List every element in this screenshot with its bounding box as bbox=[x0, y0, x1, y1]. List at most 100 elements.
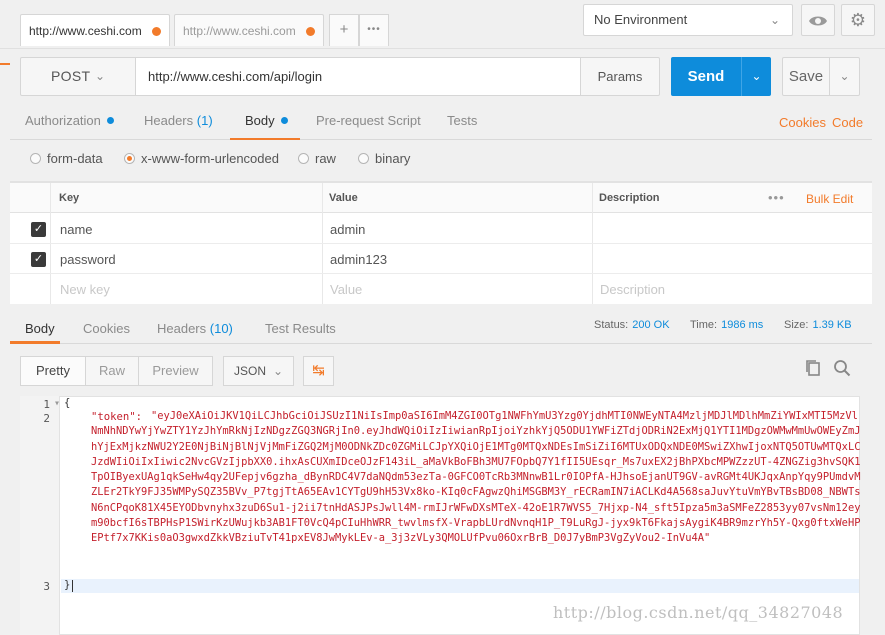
format-selector[interactable]: JSON ⌄ bbox=[223, 356, 294, 386]
url-text: http://www.ceshi.com/api/login bbox=[148, 69, 323, 84]
tab-tests[interactable]: Tests bbox=[447, 113, 477, 128]
tab-label: Pre-request Script bbox=[316, 113, 421, 128]
status-label: Status: bbox=[594, 319, 629, 331]
table-row bbox=[10, 244, 872, 274]
column-description: Description bbox=[599, 192, 660, 204]
radio-label: x-www-form-urlencoded bbox=[141, 151, 279, 166]
save-options-button[interactable]: ⌄ bbox=[830, 57, 860, 96]
code-token-value: "eyJ0eXAiOiJKV1QiLCJhbGciOiJSUzI1NiIsImp… bbox=[91, 410, 861, 545]
time-value: 1986 ms bbox=[721, 319, 764, 331]
environment-quick-look-button[interactable] bbox=[801, 4, 835, 36]
request-tab-label: http://www.ceshi.com bbox=[29, 24, 142, 38]
radio-urlencoded[interactable]: x-www-form-urlencoded bbox=[124, 151, 279, 166]
line-number: 1 bbox=[20, 398, 60, 411]
kv-value[interactable]: admin123 bbox=[330, 252, 387, 267]
active-line-highlight bbox=[61, 579, 859, 593]
row-enabled-checkbox[interactable]: ✓ bbox=[31, 222, 46, 237]
copy-icon bbox=[806, 360, 820, 376]
ellipsis-icon: ••• bbox=[367, 24, 381, 35]
view-raw-button[interactable]: Raw bbox=[85, 356, 139, 386]
indicator-dot-icon bbox=[106, 117, 114, 124]
request-tabs bbox=[10, 104, 872, 140]
chevron-down-icon: ⌄ bbox=[272, 364, 283, 378]
headers-count: (10) bbox=[209, 321, 233, 336]
row-enabled-checkbox[interactable]: ✓ bbox=[31, 252, 46, 267]
params-label: Params bbox=[597, 69, 643, 84]
environment-selector[interactable]: No Environment ⌄ bbox=[583, 4, 793, 36]
kv-key[interactable]: password bbox=[60, 252, 116, 267]
tab-label: Authorization bbox=[25, 113, 101, 128]
params-button[interactable]: Params bbox=[580, 57, 660, 96]
response-time: Time: 1986 ms bbox=[690, 319, 763, 331]
method-selector[interactable]: POST ⌄ bbox=[20, 57, 136, 96]
tab-authorization[interactable]: Authorization bbox=[25, 113, 114, 128]
checkmark-icon: ✓ bbox=[33, 223, 44, 235]
size-value: 1.39 KB bbox=[812, 319, 852, 331]
tab-body[interactable]: Body bbox=[245, 113, 288, 128]
wrap-lines-button[interactable]: ↹ bbox=[303, 356, 334, 386]
tab-prerequest-script[interactable]: Pre-request Script bbox=[316, 113, 421, 128]
kv-key[interactable]: name bbox=[60, 222, 93, 237]
cookies-link[interactable]: Cookies bbox=[779, 115, 826, 130]
new-key-input[interactable]: New key bbox=[60, 282, 110, 297]
format-label: JSON bbox=[234, 364, 267, 378]
indicator-dot-icon bbox=[280, 117, 288, 124]
radio-label: binary bbox=[375, 151, 411, 166]
kv-table-header bbox=[10, 183, 872, 213]
search-button[interactable] bbox=[830, 359, 854, 383]
response-tab-headers[interactable]: Headers (10) bbox=[157, 321, 233, 336]
search-icon bbox=[834, 360, 851, 377]
response-tab-cookies[interactable]: Cookies bbox=[83, 321, 130, 336]
column-options-button[interactable]: ••• bbox=[768, 190, 785, 205]
table-row bbox=[10, 214, 872, 244]
unsaved-dot-icon bbox=[152, 27, 161, 36]
environment-label: No Environment bbox=[594, 12, 688, 27]
response-tab-body[interactable]: Body bbox=[25, 321, 55, 336]
manage-environments-button[interactable]: ⚙ bbox=[841, 4, 875, 36]
kv-value[interactable]: admin bbox=[330, 222, 365, 237]
request-tab-2[interactable]: http://www.ceshi.com bbox=[174, 14, 324, 46]
checkmark-icon: ✓ bbox=[33, 253, 44, 265]
method-label: POST bbox=[51, 68, 91, 84]
eye-icon bbox=[809, 16, 827, 26]
line-number: 2 bbox=[43, 412, 50, 425]
view-pretty-button[interactable]: Pretty bbox=[20, 356, 86, 386]
new-value-input[interactable]: Value bbox=[330, 282, 362, 297]
text-cursor bbox=[72, 580, 73, 592]
add-tab-button[interactable]: + bbox=[329, 14, 359, 46]
code-link[interactable]: Code bbox=[832, 115, 863, 130]
send-label: Send bbox=[687, 68, 725, 85]
view-preview-button[interactable]: Preview bbox=[138, 356, 213, 386]
status-value: 200 OK bbox=[632, 319, 670, 331]
radio-icon bbox=[358, 153, 369, 164]
request-tab-label: http://www.ceshi.com bbox=[183, 24, 296, 38]
radio-label: raw bbox=[315, 151, 336, 166]
radio-icon bbox=[298, 153, 309, 164]
bulk-edit-link[interactable]: Bulk Edit bbox=[806, 192, 853, 206]
save-button[interactable]: Save bbox=[782, 57, 830, 96]
code-close-brace: } bbox=[64, 579, 71, 591]
watermark: http://blog.csdn.net/qq_34827048 bbox=[553, 603, 844, 622]
active-tab-underline bbox=[10, 341, 60, 344]
tab-label: Body bbox=[245, 113, 275, 128]
new-description-input[interactable]: Description bbox=[600, 282, 665, 297]
request-tab-1[interactable]: http://www.ceshi.com bbox=[20, 14, 170, 46]
send-options-button[interactable]: ⌄ bbox=[741, 57, 771, 96]
radio-binary[interactable]: binary bbox=[358, 151, 410, 166]
send-button[interactable]: Send bbox=[671, 57, 741, 96]
radio-label: form-data bbox=[47, 151, 103, 166]
copy-button[interactable] bbox=[801, 359, 825, 383]
plus-icon: + bbox=[339, 21, 349, 38]
response-status: Status: 200 OK bbox=[594, 319, 670, 331]
tab-headers[interactable]: Headers (1) bbox=[144, 113, 213, 128]
size-label: Size: bbox=[784, 319, 809, 331]
radio-form-data[interactable]: form-data bbox=[30, 151, 103, 166]
url-input[interactable]: http://www.ceshi.com/api/login bbox=[136, 57, 580, 96]
save-label: Save bbox=[788, 68, 824, 85]
response-tab-test-results[interactable]: Test Results bbox=[265, 321, 336, 336]
editor-gutter bbox=[20, 396, 60, 635]
radio-raw[interactable]: raw bbox=[298, 151, 336, 166]
more-tabs-button[interactable]: ••• bbox=[359, 14, 389, 46]
radio-selected-icon bbox=[124, 153, 135, 164]
line-number: 3 bbox=[43, 580, 50, 593]
